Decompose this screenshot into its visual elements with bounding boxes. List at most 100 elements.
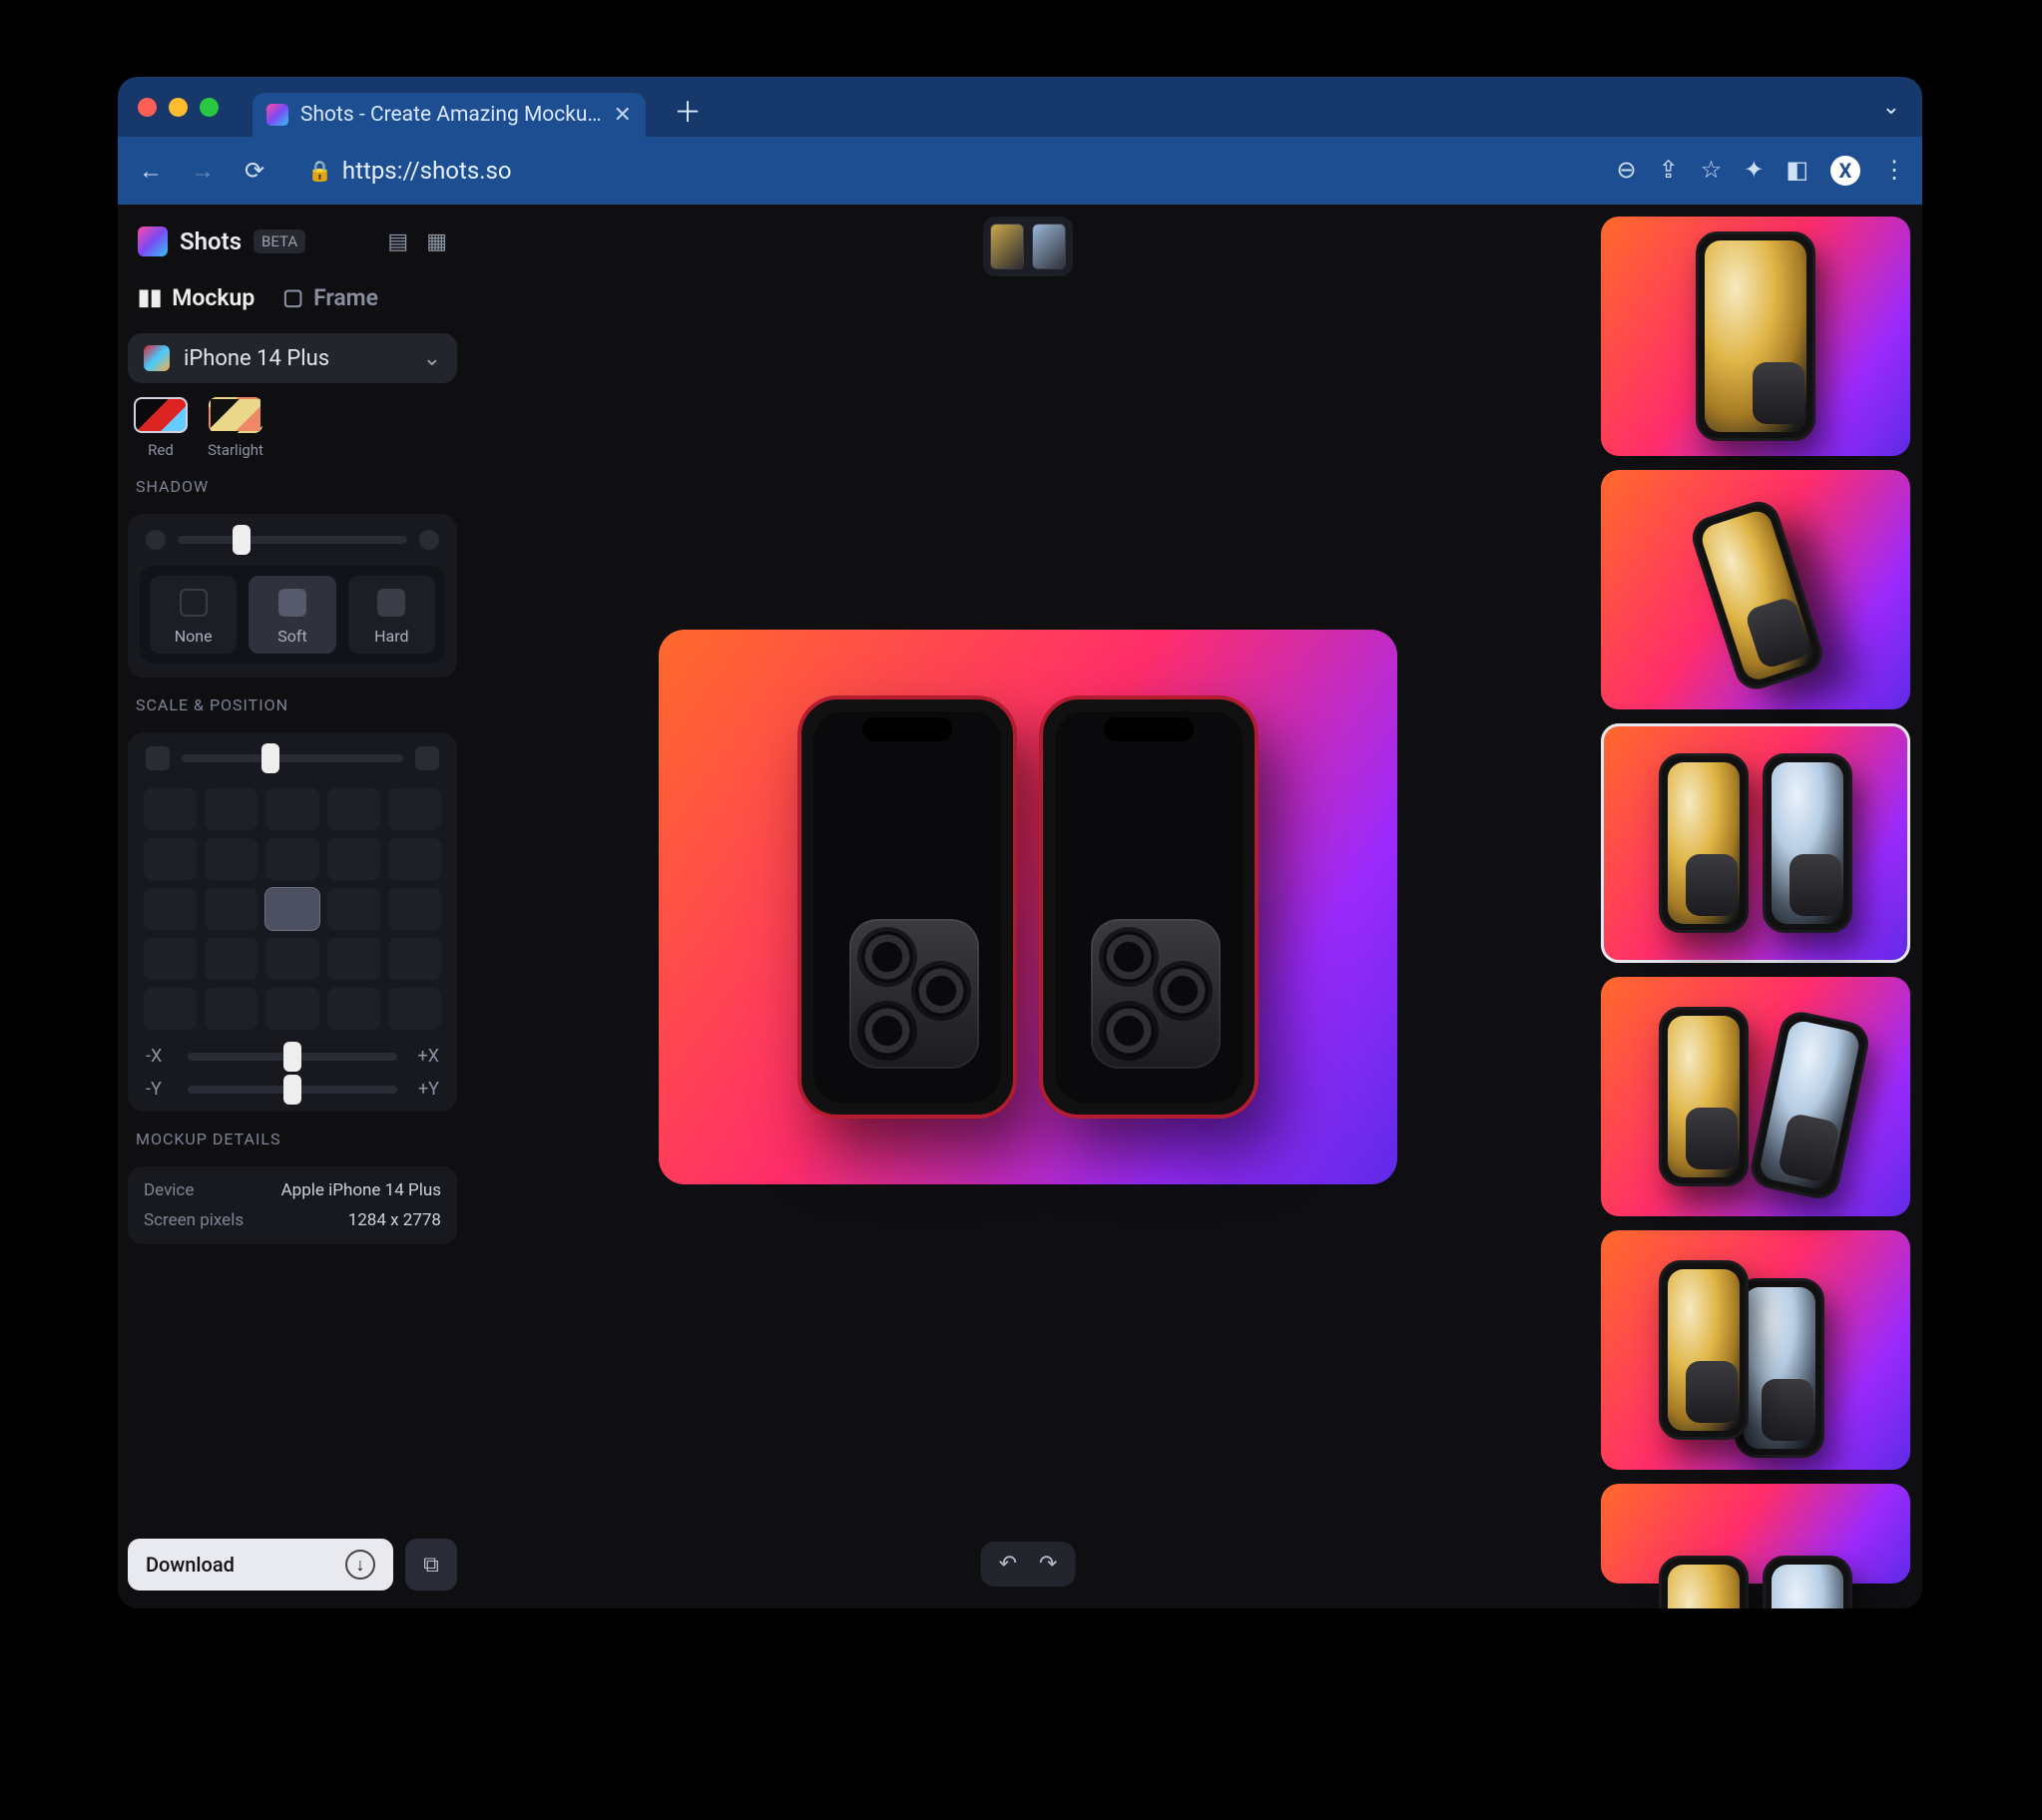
- position-cell[interactable]: [388, 788, 441, 830]
- position-cell[interactable]: [144, 938, 197, 980]
- minimize-window-icon[interactable]: [169, 98, 188, 117]
- x-slider[interactable]: [188, 1053, 397, 1061]
- scale-slider[interactable]: [182, 754, 403, 762]
- y-slider-thumb[interactable]: [283, 1075, 301, 1105]
- shadow-option-soft[interactable]: Soft: [249, 576, 335, 654]
- maximize-window-icon[interactable]: [200, 98, 219, 117]
- share-icon[interactable]: ⇪: [1659, 156, 1679, 186]
- preset-item[interactable]: [1601, 217, 1910, 456]
- reload-button[interactable]: ⟳: [238, 154, 271, 188]
- position-cell[interactable]: [144, 888, 197, 930]
- phone-mockup-2[interactable]: [1039, 695, 1259, 1119]
- y-offset-row: -Y +Y: [140, 1079, 445, 1100]
- shadow-option-none[interactable]: None: [150, 576, 237, 654]
- preset-item[interactable]: [1601, 1484, 1910, 1584]
- lens-icon: [915, 965, 967, 1017]
- position-cell[interactable]: [265, 788, 318, 830]
- window-controls: [132, 98, 219, 117]
- forward-button[interactable]: →: [186, 154, 220, 188]
- position-cell[interactable]: [144, 988, 197, 1030]
- position-cell[interactable]: [327, 838, 380, 880]
- position-cell[interactable]: [327, 988, 380, 1030]
- position-cell[interactable]: [327, 938, 380, 980]
- position-cell[interactable]: [205, 988, 257, 1030]
- position-cell[interactable]: [205, 838, 257, 880]
- browser-tab[interactable]: Shots - Create Amazing Mocku… ✕: [253, 93, 646, 137]
- shadow-soft-label: Soft: [277, 627, 306, 646]
- redo-button[interactable]: ↷: [1039, 1552, 1057, 1577]
- position-cell[interactable]: [265, 938, 318, 980]
- lock-icon: 🔒: [307, 159, 332, 183]
- preset-item[interactable]: [1601, 977, 1910, 1216]
- tabs-menu-icon[interactable]: ⌄: [1882, 95, 1908, 120]
- details-row: Screen pixels 1284 x 2778: [144, 1210, 441, 1230]
- hard-icon: [377, 589, 405, 617]
- position-cell[interactable]: [327, 888, 380, 930]
- details-key: Screen pixels: [144, 1210, 244, 1230]
- preset-item[interactable]: [1601, 1230, 1910, 1470]
- copy-icon: ⧉: [423, 1553, 439, 1578]
- y-plus-label: +Y: [409, 1079, 439, 1100]
- bookmark-icon[interactable]: ☆: [1701, 156, 1723, 186]
- position-cell[interactable]: [205, 888, 257, 930]
- x-slider-thumb[interactable]: [283, 1042, 301, 1072]
- soft-icon: [278, 589, 306, 617]
- close-window-icon[interactable]: [138, 98, 157, 117]
- position-cell[interactable]: [327, 788, 380, 830]
- close-tab-icon[interactable]: ✕: [614, 103, 632, 128]
- device-select[interactable]: iPhone 14 Plus ⌄: [128, 333, 457, 383]
- new-tab-button[interactable]: ＋: [674, 91, 702, 131]
- position-cell[interactable]: [205, 938, 257, 980]
- canvas-card[interactable]: [659, 630, 1397, 1184]
- preset-item[interactable]: [1601, 470, 1910, 709]
- slider-max-icon: [419, 530, 439, 550]
- back-button[interactable]: ←: [134, 154, 168, 188]
- position-cell[interactable]: [265, 888, 318, 930]
- position-cell[interactable]: [388, 938, 441, 980]
- layer-thumb-1[interactable]: [990, 224, 1024, 269]
- tab-mockup-label: Mockup: [172, 284, 255, 311]
- lens-icon: [1157, 965, 1209, 1017]
- position-cell[interactable]: [265, 988, 318, 1030]
- position-cell[interactable]: [144, 788, 197, 830]
- brand-row: Shots BETA ▤ ▦: [128, 223, 457, 260]
- phone-mockup-1[interactable]: [797, 695, 1017, 1119]
- tab-mockup[interactable]: ▮▮ Mockup: [138, 284, 255, 311]
- position-cell[interactable]: [205, 788, 257, 830]
- shadow-slider-row: [140, 528, 445, 552]
- shadow-slider-thumb[interactable]: [233, 525, 251, 555]
- kebab-menu-icon[interactable]: ⋮: [1882, 156, 1906, 186]
- zoom-out-icon[interactable]: ⊖: [1616, 156, 1636, 186]
- tab-frame[interactable]: ▢ Frame: [282, 284, 378, 311]
- color-swatch-red[interactable]: [134, 397, 188, 433]
- canvas: ↶ ↷: [467, 205, 1589, 1608]
- lens-icon: [1103, 1005, 1155, 1057]
- shadow-slider[interactable]: [178, 536, 407, 544]
- position-cell[interactable]: [388, 988, 441, 1030]
- position-cell[interactable]: [265, 838, 318, 880]
- download-label: Download: [146, 1553, 235, 1577]
- x-offset-row: -X +X: [140, 1046, 445, 1067]
- extensions-icon[interactable]: ✦: [1744, 156, 1764, 186]
- undo-button[interactable]: ↶: [999, 1552, 1017, 1577]
- shadow-option-hard[interactable]: Hard: [348, 576, 435, 654]
- sidepanel-icon[interactable]: ◧: [1786, 156, 1808, 186]
- preset-item[interactable]: [1601, 723, 1910, 963]
- copy-button[interactable]: ⧉: [405, 1539, 457, 1591]
- device-select-label: iPhone 14 Plus: [184, 346, 329, 371]
- scale-slider-thumb[interactable]: [261, 743, 279, 773]
- screen-2: [1055, 711, 1243, 1103]
- position-cell[interactable]: [144, 838, 197, 880]
- profile-icon[interactable]: X: [1830, 156, 1860, 186]
- chat-icon[interactable]: ▤: [387, 229, 408, 254]
- position-cell[interactable]: [388, 888, 441, 930]
- grid-icon[interactable]: ▦: [426, 229, 447, 254]
- position-cell[interactable]: [388, 838, 441, 880]
- download-button[interactable]: Download ↓: [128, 1539, 393, 1591]
- shadow-segmented: None Soft Hard: [140, 566, 445, 664]
- y-slider[interactable]: [188, 1086, 397, 1094]
- color-swatch-starlight[interactable]: [209, 397, 262, 433]
- y-minus-label: -Y: [146, 1079, 176, 1100]
- layer-thumb-2[interactable]: [1032, 224, 1066, 269]
- address-input[interactable]: 🔒 https://shots.so: [289, 149, 1598, 193]
